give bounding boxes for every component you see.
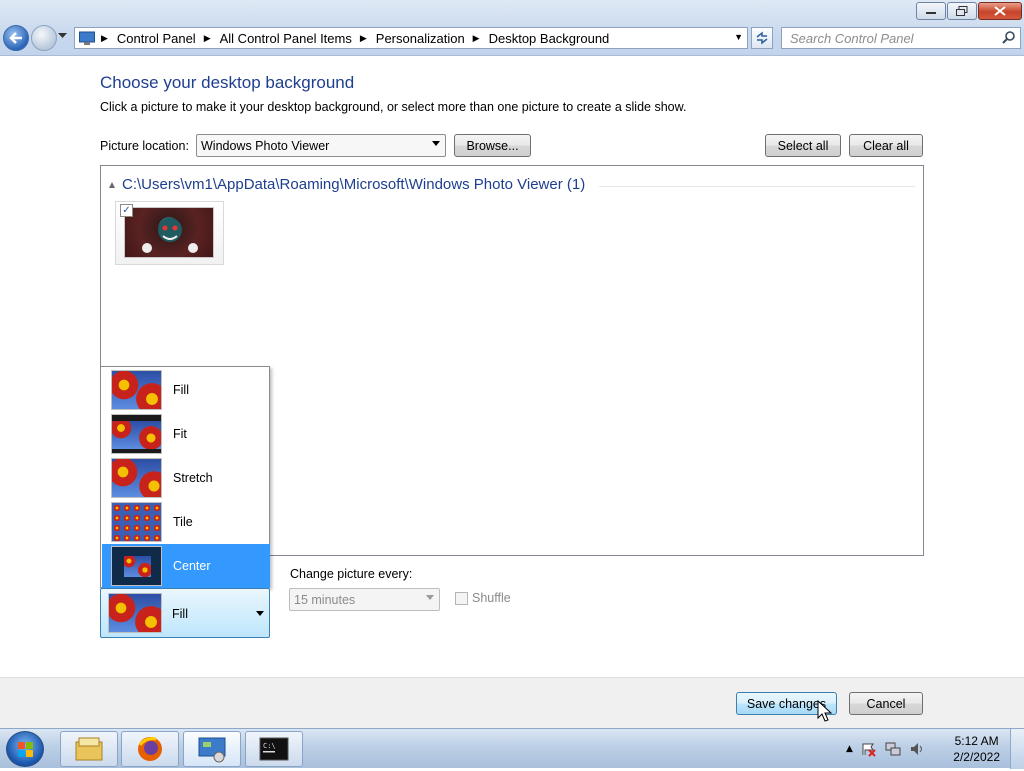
window-controls xyxy=(916,2,1022,20)
gallery-group-header[interactable]: C:\Users\vm1\AppData\Roaming\Microsoft\W… xyxy=(109,176,585,193)
forward-button[interactable] xyxy=(31,25,57,51)
show-desktop-button[interactable] xyxy=(1010,729,1024,769)
clock-time: 5:12 AM xyxy=(954,734,999,748)
refresh-icon xyxy=(756,31,768,45)
close-icon xyxy=(994,6,1006,16)
chevron-down-icon xyxy=(432,141,440,146)
position-option-fit[interactable]: Fit xyxy=(102,412,270,456)
gallery-thumbnail[interactable]: ✓ xyxy=(115,201,224,265)
taskbar-control-panel[interactable] xyxy=(183,731,241,767)
start-button[interactable] xyxy=(6,731,44,767)
change-picture-label: Change picture every: xyxy=(290,567,413,581)
position-option-tile[interactable]: Tile xyxy=(102,500,270,544)
clear-all-button[interactable]: Clear all xyxy=(849,134,923,157)
tile-preview-icon xyxy=(111,502,162,542)
shuffle-checkbox[interactable]: Shuffle xyxy=(455,591,511,605)
control-panel-icon xyxy=(198,737,226,763)
gallery-group-path: C:\Users\vm1\AppData\Roaming\Microsoft\W… xyxy=(122,176,586,193)
picture-position-list: Fill Fit Stretch Tile Center xyxy=(100,366,270,588)
collapse-icon xyxy=(109,181,115,188)
picture-position-select[interactable]: Fill xyxy=(100,588,270,638)
windows-logo-icon xyxy=(18,742,33,757)
position-label: Fit xyxy=(173,427,187,441)
interval-value: 15 minutes xyxy=(294,592,356,607)
address-separator: ▶ xyxy=(101,32,108,43)
address-separator[interactable]: ▶ xyxy=(360,33,376,44)
cancel-button[interactable]: Cancel xyxy=(849,692,923,715)
thumbnail-checkbox[interactable]: ✓ xyxy=(120,204,133,217)
window-title-bar: ▶ Control Panel ▶ All Control Panel Item… xyxy=(0,0,1024,56)
taskbar-cmd[interactable]: C:\ xyxy=(245,731,303,767)
breadcrumb-all-items[interactable]: All Control Panel Items xyxy=(220,31,360,46)
picture-location-value: Windows Photo Viewer xyxy=(201,138,330,153)
control-panel-icon xyxy=(79,31,95,45)
picture-location-label: Picture location: xyxy=(100,139,189,153)
position-label: Stretch xyxy=(173,471,213,485)
position-label: Fill xyxy=(173,383,189,397)
clock-date: 2/2/2022 xyxy=(953,750,1000,764)
search-input[interactable]: Search Control Panel xyxy=(781,27,1021,49)
position-label: Tile xyxy=(173,515,193,529)
breadcrumb-control-panel[interactable]: Control Panel xyxy=(117,31,204,46)
position-option-fill[interactable]: Fill xyxy=(102,368,270,412)
breadcrumb-desktop-background[interactable]: Desktop Background xyxy=(489,31,618,46)
breadcrumb-personalization[interactable]: Personalization xyxy=(376,31,473,46)
fit-preview-icon xyxy=(111,414,162,454)
mouse-cursor-icon xyxy=(817,700,833,722)
minimize-icon xyxy=(926,12,936,14)
system-tray: ▲ xyxy=(846,741,925,757)
picture-position-value: Fill xyxy=(172,607,188,621)
firefox-icon xyxy=(138,737,162,761)
taskbar-firefox[interactable] xyxy=(121,731,179,767)
shuffle-label: Shuffle xyxy=(472,591,511,605)
browse-button[interactable]: Browse... xyxy=(454,134,531,157)
back-button[interactable] xyxy=(3,25,29,51)
chevron-down-icon xyxy=(256,611,264,616)
address-bar[interactable]: ▶ Control Panel ▶ All Control Panel Item… xyxy=(74,27,748,49)
close-button[interactable] xyxy=(978,2,1022,20)
checkbox-box[interactable] xyxy=(455,591,468,605)
center-preview-icon xyxy=(111,546,162,586)
taskbar-explorer[interactable] xyxy=(60,731,118,767)
select-all-button[interactable]: Select all xyxy=(765,134,841,157)
search-icon[interactable] xyxy=(1002,31,1016,45)
chevron-down-icon xyxy=(426,595,434,600)
position-label: Center xyxy=(173,559,211,573)
chevron-down-icon[interactable]: ▼ xyxy=(734,32,743,42)
action-center-icon[interactable] xyxy=(861,741,877,757)
file-explorer-icon xyxy=(75,737,103,761)
interval-select[interactable]: 15 minutes xyxy=(289,588,440,611)
taskbar: C:\ ▲ 5:12 AM 2/2/2022 xyxy=(0,728,1024,769)
fill-preview-icon xyxy=(108,593,162,633)
position-option-stretch[interactable]: Stretch xyxy=(102,456,270,500)
address-separator[interactable]: ▶ xyxy=(204,33,220,44)
show-hidden-icons[interactable]: ▲ xyxy=(846,744,853,754)
page-title: Choose your desktop background xyxy=(100,73,355,92)
stretch-preview-icon xyxy=(111,458,162,498)
command-prompt-icon: C:\ xyxy=(259,737,289,761)
restore-icon xyxy=(956,6,968,16)
refresh-button[interactable] xyxy=(751,27,773,49)
recent-pages-dropdown[interactable] xyxy=(58,33,67,39)
search-placeholder: Search Control Panel xyxy=(790,30,914,46)
volume-icon[interactable] xyxy=(909,741,925,757)
position-option-center[interactable]: Center xyxy=(102,544,270,588)
fill-preview-icon xyxy=(111,370,162,410)
svg-text:C:\: C:\ xyxy=(263,742,276,750)
minimize-button[interactable] xyxy=(916,2,946,20)
network-icon[interactable] xyxy=(885,741,901,757)
wallpaper-artwork xyxy=(142,218,198,253)
picture-location-select[interactable]: Windows Photo Viewer xyxy=(196,134,446,157)
back-arrow-icon xyxy=(9,32,22,44)
address-separator[interactable]: ▶ xyxy=(473,33,489,44)
wallpaper-image xyxy=(124,207,214,258)
system-clock[interactable]: 5:12 AM 2/2/2022 xyxy=(953,733,1000,765)
page-description: Click a picture to make it your desktop … xyxy=(100,100,687,114)
restore-button[interactable] xyxy=(947,2,977,20)
dialog-footer: Save changes Cancel xyxy=(0,677,1024,728)
group-divider xyxy=(599,186,915,187)
